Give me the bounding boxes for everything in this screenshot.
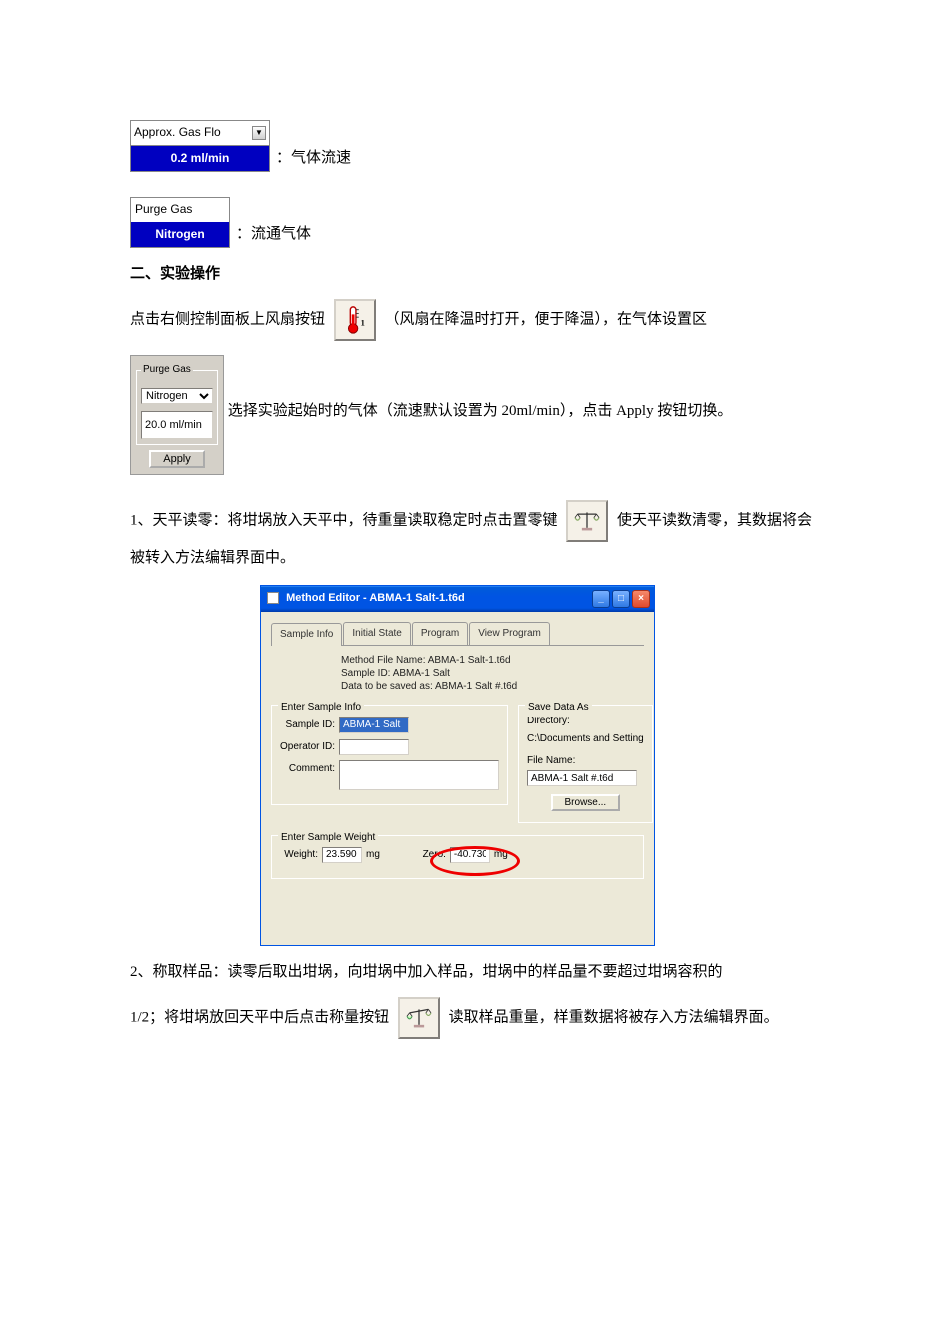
zero-unit: mg bbox=[494, 846, 508, 864]
window-title: Method Editor - ABMA-1 Salt-1.t6d bbox=[286, 592, 465, 604]
comment-input[interactable] bbox=[339, 760, 499, 790]
tab-initial-state[interactable]: Initial State bbox=[343, 622, 410, 645]
gas-rate: 20.0 ml/min bbox=[141, 411, 213, 439]
sample-id-label: Sample ID: bbox=[280, 716, 335, 734]
zero-button[interactable] bbox=[566, 500, 608, 542]
step2-line1: 2、称取样品：读零后取出坩埚，向坩埚中加入样品，坩埚中的样品量不要超过坩埚容积的 bbox=[130, 956, 820, 989]
dropdown-icon[interactable]: ▼ bbox=[252, 126, 266, 140]
close-button[interactable]: × bbox=[632, 590, 650, 608]
gas-flow-label: Approx. Gas Flo bbox=[134, 122, 221, 144]
gas-select[interactable]: Nitrogen bbox=[141, 388, 213, 404]
gas-flow-widget: Approx. Gas Flo ▼ 0.2 ml/min bbox=[130, 120, 270, 172]
fan-button[interactable]: 1 bbox=[334, 299, 376, 341]
file-name-label: File Name: bbox=[527, 752, 644, 770]
section-heading: 二、实验操作 bbox=[130, 258, 820, 291]
balance-zero-icon bbox=[573, 509, 601, 533]
zero-input[interactable] bbox=[450, 847, 490, 863]
gas-settings-panel: Purge Gas Nitrogen 20.0 ml/min Apply bbox=[130, 355, 224, 474]
tab-view-program[interactable]: View Program bbox=[469, 622, 550, 645]
directory-value: C:\Documents and Setting bbox=[527, 730, 644, 748]
enter-sample-info-group: Enter Sample Info Sample ID: Operator ID… bbox=[271, 705, 508, 805]
zero-label: Zero: bbox=[418, 846, 446, 864]
step2-after-icon: 读取样品重量，样重数据将被存入方法编辑界面。 bbox=[449, 1009, 779, 1025]
operator-id-label: Operator ID: bbox=[280, 738, 335, 756]
comment-label: Comment: bbox=[280, 760, 335, 778]
fan-text-before: 点击右侧控制面板上风扇按钮 bbox=[130, 312, 325, 328]
weight-unit: mg bbox=[366, 846, 380, 864]
maximize-button[interactable]: □ bbox=[612, 590, 630, 608]
enter-sample-weight-group: Enter Sample Weight Weight: mg Zero: mg bbox=[271, 835, 644, 879]
gas-flow-value: 0.2 ml/min bbox=[131, 146, 269, 172]
weigh-button[interactable] bbox=[398, 997, 440, 1039]
weight-label: Weight: bbox=[280, 846, 318, 864]
balance-weigh-icon bbox=[405, 1006, 433, 1030]
minimize-button[interactable]: _ bbox=[592, 590, 610, 608]
tab-program[interactable]: Program bbox=[412, 622, 468, 645]
operator-id-input[interactable] bbox=[339, 739, 409, 755]
purge-gas-widget: Purge Gas Nitrogen bbox=[130, 197, 230, 248]
title-bar: Method Editor - ABMA-1 Salt-1.t6d _ □ × bbox=[261, 586, 654, 612]
step2-before-icon: 1/2；将坩埚放回天平中后点击称量按钮 bbox=[130, 1009, 389, 1025]
save-data-as-group: Save Data As Directory: C:\Documents and… bbox=[518, 705, 653, 823]
tabs: Sample Info Initial State Program View P… bbox=[271, 622, 644, 646]
gas-panel-legend: Purge Gas bbox=[141, 359, 193, 381]
sample-id-input[interactable] bbox=[339, 717, 409, 733]
purge-gas-value: Nitrogen bbox=[131, 222, 229, 248]
method-editor-window: Method Editor - ABMA-1 Salt-1.t6d _ □ × … bbox=[260, 585, 655, 946]
step1-before: 1、天平读零：将坩埚放入天平中，待重量读取稳定时点击置零键 bbox=[130, 512, 558, 528]
method-meta: Method File Name: ABMA-1 Salt-1.t6d Samp… bbox=[341, 654, 644, 693]
purge-gas-label: Purge Gas bbox=[131, 198, 229, 222]
browse-button[interactable]: Browse... bbox=[551, 794, 621, 811]
svg-text:1: 1 bbox=[360, 318, 364, 328]
weight-input[interactable] bbox=[322, 847, 362, 863]
apply-button[interactable]: Apply bbox=[149, 450, 205, 468]
gas-flow-caption: ：气体流速 bbox=[276, 145, 351, 172]
fan-text-after: （风扇在降温时打开，便于降温），在气体设置区 bbox=[385, 312, 708, 328]
purge-gas-caption: ：流通气体 bbox=[236, 221, 311, 248]
file-name-input[interactable] bbox=[527, 770, 637, 786]
thermometer-icon: 1 bbox=[340, 305, 370, 335]
tab-sample-info[interactable]: Sample Info bbox=[271, 623, 342, 646]
doc-icon bbox=[267, 592, 279, 604]
gas-panel-after-text: 选择实验起始时的气体（流速默认设置为 20ml/min），点击 Apply 按钮… bbox=[228, 404, 733, 420]
